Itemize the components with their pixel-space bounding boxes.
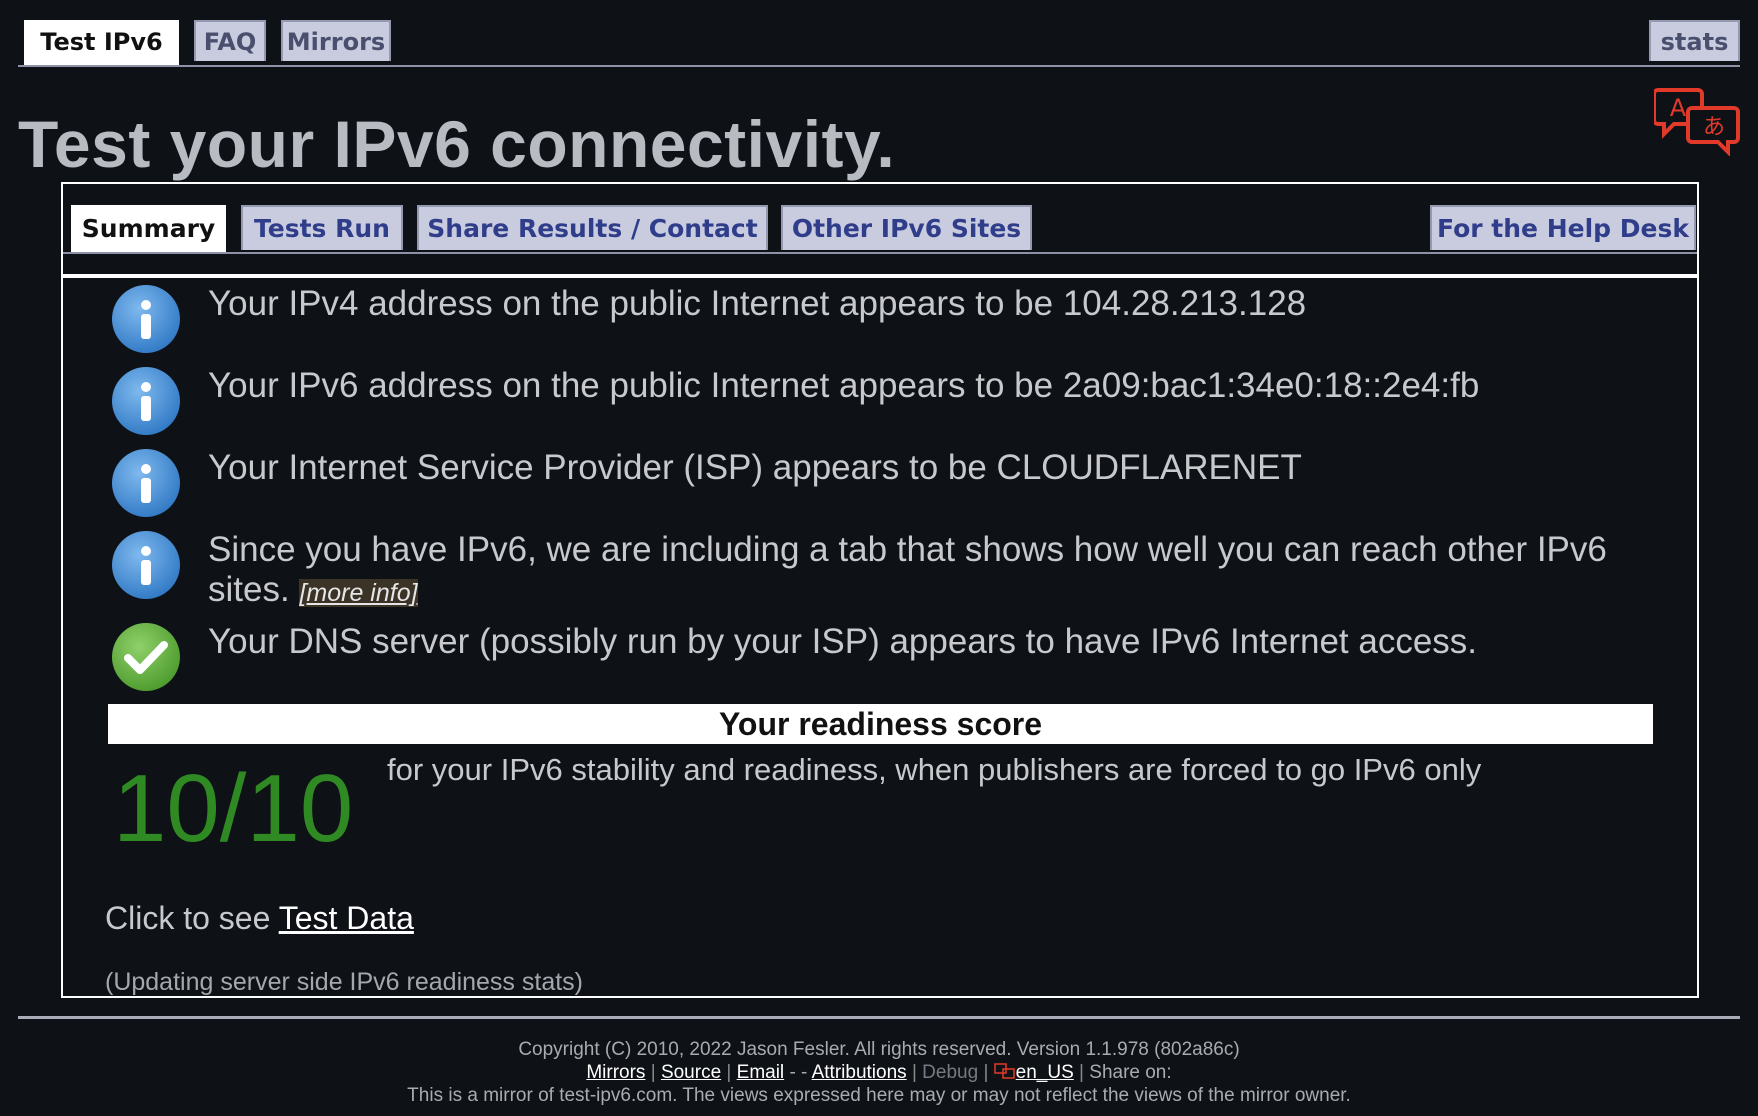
locale-translate-icon <box>993 1063 1015 1079</box>
svg-text:あ: あ <box>1703 115 1725 140</box>
footer: Copyright (C) 2010, 2022 Jason Fesler. A… <box>0 1038 1758 1107</box>
footer-debug-link[interactable]: Debug <box>922 1062 978 1083</box>
top-nav: Test IPv6 FAQ Mirrors stats <box>18 20 1740 67</box>
info-icon <box>112 285 180 353</box>
ipv4-address-text: Your IPv4 address on the public Internet… <box>208 284 1307 323</box>
footer-mirrors-link[interactable]: Mirrors <box>586 1062 645 1083</box>
readiness-score: 10/10 <box>113 755 354 862</box>
isp-text: Your Internet Service Provider (ISP) app… <box>208 448 1302 487</box>
footer-attributions-link[interactable]: Attributions <box>812 1062 907 1083</box>
readiness-heading: Your readiness score <box>108 704 1653 744</box>
test-data-prefix: Click to see <box>105 900 271 936</box>
tab-faq[interactable]: FAQ <box>194 20 266 61</box>
result-tabs: Summary Tests Run Share Results / Contac… <box>63 205 1697 254</box>
tab-summary[interactable]: Summary <box>71 205 226 252</box>
check-icon <box>112 623 180 691</box>
footer-divider <box>18 1016 1740 1019</box>
footer-locale-link[interactable]: en_US <box>1016 1062 1074 1083</box>
info-icon <box>112 367 180 435</box>
tab-share-results[interactable]: Share Results / Contact <box>417 205 768 250</box>
tab-other-ipv6-sites[interactable]: Other IPv6 Sites <box>781 205 1032 250</box>
footer-links: Mirrors | Source | Email - - Attribution… <box>586 1062 1172 1083</box>
results-panel: Summary Tests Run Share Results / Contac… <box>61 182 1699 998</box>
translate-icon[interactable]: A あ <box>1654 86 1744 156</box>
tab-help-desk[interactable]: For the Help Desk <box>1430 205 1696 250</box>
svg-text:A: A <box>1670 94 1687 122</box>
tab-tests-run[interactable]: Tests Run <box>241 205 403 250</box>
more-info-link[interactable]: [more info] <box>299 579 418 607</box>
tab-mirrors[interactable]: Mirrors <box>281 20 391 61</box>
tab-stats[interactable]: stats <box>1649 20 1740 61</box>
info-icon <box>112 531 180 599</box>
dns-text: Your DNS server (possibly run by your IS… <box>208 622 1478 661</box>
tab-test-ipv6[interactable]: Test IPv6 <box>24 20 179 65</box>
test-data-line: Click to see Test Data <box>105 900 414 937</box>
ipv6-address-text: Your IPv6 address on the public Internet… <box>208 366 1480 405</box>
page-title: Test your IPv6 connectivity. <box>18 107 896 181</box>
updating-status: (Updating server side IPv6 readiness sta… <box>105 968 583 996</box>
footer-dashes: - - <box>789 1062 808 1083</box>
copyright-text: Copyright (C) 2010, 2022 Jason Fesler. A… <box>518 1039 1240 1060</box>
test-data-link[interactable]: Test Data <box>279 900 414 936</box>
footer-email-link[interactable]: Email <box>737 1062 785 1083</box>
info-icon <box>112 449 180 517</box>
mirror-note: This is a mirror of test-ipv6.com. The v… <box>407 1085 1351 1106</box>
footer-share-label: Share on: <box>1089 1062 1172 1083</box>
footer-source-link[interactable]: Source <box>661 1062 721 1083</box>
other-sites-text: Since you have IPv6, we are including a … <box>208 530 1628 613</box>
readiness-description: for your IPv6 stability and readiness, w… <box>387 752 1482 787</box>
tab-divider <box>63 274 1697 278</box>
